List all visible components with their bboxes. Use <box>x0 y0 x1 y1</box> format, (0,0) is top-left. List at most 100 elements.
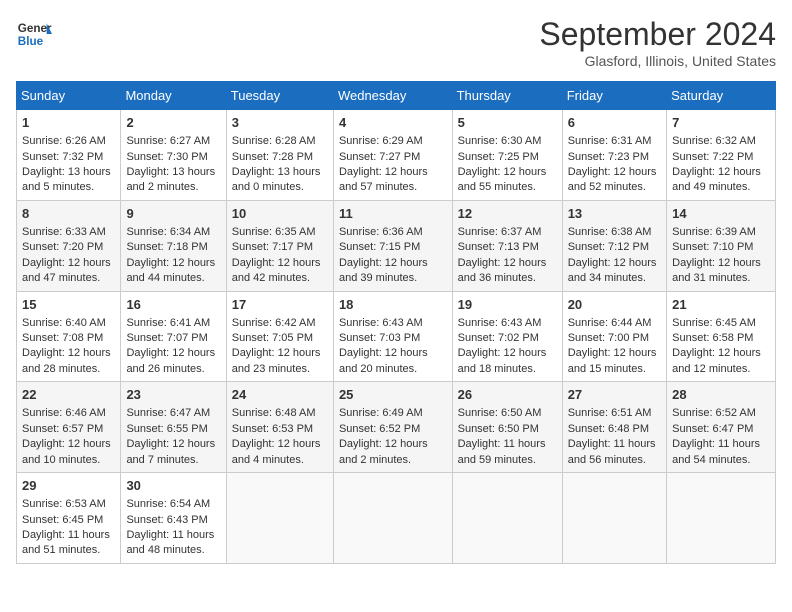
sunset-text: Sunset: 7:22 PM <box>672 150 770 165</box>
sunrise-text: Sunrise: 6:33 AM <box>22 225 115 240</box>
daylight-text: Daylight: 11 hours and 51 minutes. <box>22 528 115 559</box>
calendar-cell: 9Sunrise: 6:34 AMSunset: 7:18 PMDaylight… <box>121 200 226 291</box>
sunrise-text: Sunrise: 6:51 AM <box>568 406 661 421</box>
sunrise-text: Sunrise: 6:30 AM <box>458 134 557 149</box>
main-title: September 2024 <box>539 16 776 53</box>
calendar-cell: 2Sunrise: 6:27 AMSunset: 7:30 PMDaylight… <box>121 110 226 201</box>
calendar-week-row: 1Sunrise: 6:26 AMSunset: 7:32 PMDaylight… <box>17 110 776 201</box>
sunset-text: Sunset: 7:17 PM <box>232 240 328 255</box>
calendar-cell: 10Sunrise: 6:35 AMSunset: 7:17 PMDayligh… <box>226 200 333 291</box>
sunset-text: Sunset: 7:20 PM <box>22 240 115 255</box>
calendar-header-sunday: Sunday <box>17 82 121 110</box>
calendar-header-saturday: Saturday <box>667 82 776 110</box>
calendar-header-wednesday: Wednesday <box>333 82 452 110</box>
calendar-cell: 14Sunrise: 6:39 AMSunset: 7:10 PMDayligh… <box>667 200 776 291</box>
calendar-cell <box>452 473 562 564</box>
sunrise-text: Sunrise: 6:52 AM <box>672 406 770 421</box>
daylight-text: Daylight: 12 hours and 2 minutes. <box>339 437 447 468</box>
day-number: 12 <box>458 205 557 223</box>
sunset-text: Sunset: 7:32 PM <box>22 150 115 165</box>
sunrise-text: Sunrise: 6:43 AM <box>339 316 447 331</box>
sunset-text: Sunset: 6:43 PM <box>126 513 220 528</box>
calendar-cell <box>333 473 452 564</box>
calendar-header-tuesday: Tuesday <box>226 82 333 110</box>
calendar-cell: 21Sunrise: 6:45 AMSunset: 6:58 PMDayligh… <box>667 291 776 382</box>
sunrise-text: Sunrise: 6:54 AM <box>126 497 220 512</box>
daylight-text: Daylight: 12 hours and 18 minutes. <box>458 346 557 377</box>
day-number: 10 <box>232 205 328 223</box>
calendar-cell: 25Sunrise: 6:49 AMSunset: 6:52 PMDayligh… <box>333 382 452 473</box>
sunrise-text: Sunrise: 6:48 AM <box>232 406 328 421</box>
daylight-text: Daylight: 12 hours and 10 minutes. <box>22 437 115 468</box>
sunset-text: Sunset: 6:48 PM <box>568 422 661 437</box>
title-area: September 2024 Glasford, Illinois, Unite… <box>539 16 776 69</box>
sunrise-text: Sunrise: 6:28 AM <box>232 134 328 149</box>
header: General Blue September 2024 Glasford, Il… <box>16 16 776 69</box>
calendar-header-thursday: Thursday <box>452 82 562 110</box>
sunset-text: Sunset: 6:53 PM <box>232 422 328 437</box>
sunrise-text: Sunrise: 6:43 AM <box>458 316 557 331</box>
day-number: 30 <box>126 477 220 495</box>
logo-icon: General Blue <box>16 16 52 52</box>
day-number: 3 <box>232 114 328 132</box>
calendar-header-friday: Friday <box>562 82 666 110</box>
calendar-cell: 24 Sunrise: 6:48 AMSunset: 6:53 PMDayligh… <box>226 382 333 473</box>
subtitle: Glasford, Illinois, United States <box>539 53 776 69</box>
calendar-cell: 5Sunrise: 6:30 AMSunset: 7:25 PMDaylight… <box>452 110 562 201</box>
sunset-text: Sunset: 6:57 PM <box>22 422 115 437</box>
daylight-text: Daylight: 12 hours and 15 minutes. <box>568 346 661 377</box>
sunrise-text: Sunrise: 6:27 AM <box>126 134 220 149</box>
day-number: 15 <box>22 296 115 314</box>
daylight-text: Daylight: 12 hours and 4 minutes. <box>232 437 328 468</box>
day-number: 2 <box>126 114 220 132</box>
calendar-cell: 17Sunrise: 6:42 AMSunset: 7:05 PMDayligh… <box>226 291 333 382</box>
sunset-text: Sunset: 7:28 PM <box>232 150 328 165</box>
calendar-cell: 26Sunrise: 6:50 AMSunset: 6:50 PMDayligh… <box>452 382 562 473</box>
sunrise-text: Sunrise: 6:53 AM <box>22 497 115 512</box>
sunrise-text: Sunrise: 6:44 AM <box>568 316 661 331</box>
day-number: 14 <box>672 205 770 223</box>
sunset-text: Sunset: 7:00 PM <box>568 331 661 346</box>
sunrise-text: Sunrise: 6:36 AM <box>339 225 447 240</box>
sunrise-text: Sunrise: 6:32 AM <box>672 134 770 149</box>
sunset-text: Sunset: 7:08 PM <box>22 331 115 346</box>
day-number: 11 <box>339 205 447 223</box>
sunset-text: Sunset: 6:47 PM <box>672 422 770 437</box>
daylight-text: Daylight: 12 hours and 52 minutes. <box>568 165 661 196</box>
daylight-text: Daylight: 12 hours and 44 minutes. <box>126 256 220 287</box>
calendar-cell: 4 Sunrise: 6:29 AMSunset: 7:27 PMDaylight… <box>333 110 452 201</box>
daylight-text: Daylight: 11 hours and 48 minutes. <box>126 528 220 559</box>
day-number: 19 <box>458 296 557 314</box>
day-number: 22 <box>22 386 115 404</box>
day-number: 20 <box>568 296 661 314</box>
day-number: 9 <box>126 205 220 223</box>
daylight-text: Daylight: 11 hours and 56 minutes. <box>568 437 661 468</box>
calendar-cell: 22Sunrise: 6:46 AMSunset: 6:57 PMDayligh… <box>17 382 121 473</box>
sunset-text: Sunset: 6:55 PM <box>126 422 220 437</box>
sunset-text: Sunset: 7:27 PM <box>339 150 447 165</box>
day-number: 27 <box>568 386 661 404</box>
daylight-text: Daylight: 13 hours and 5 minutes. <box>22 165 115 196</box>
day-number: 24 <box>232 386 328 404</box>
sunrise-text: Sunrise: 6:31 AM <box>568 134 661 149</box>
daylight-text: Daylight: 12 hours and 49 minutes. <box>672 165 770 196</box>
daylight-text: Daylight: 12 hours and 57 minutes. <box>339 165 447 196</box>
calendar-body: 1Sunrise: 6:26 AMSunset: 7:32 PMDaylight… <box>17 110 776 564</box>
sunset-text: Sunset: 7:12 PM <box>568 240 661 255</box>
sunset-text: Sunset: 7:05 PM <box>232 331 328 346</box>
day-number: 23 <box>126 386 220 404</box>
sunrise-text: Sunrise: 6:35 AM <box>232 225 328 240</box>
calendar-cell: 16Sunrise: 6:41 AMSunset: 7:07 PMDayligh… <box>121 291 226 382</box>
daylight-text: Daylight: 12 hours and 55 minutes. <box>458 165 557 196</box>
day-number: 5 <box>458 114 557 132</box>
sunset-text: Sunset: 6:45 PM <box>22 513 115 528</box>
calendar-cell: 12Sunrise: 6:37 AMSunset: 7:13 PMDayligh… <box>452 200 562 291</box>
calendar-cell: 23Sunrise: 6:47 AMSunset: 6:55 PMDayligh… <box>121 382 226 473</box>
sunrise-text: Sunrise: 6:37 AM <box>458 225 557 240</box>
sunrise-text: Sunrise: 6:39 AM <box>672 225 770 240</box>
sunrise-text: Sunrise: 6:29 AM <box>339 134 447 149</box>
daylight-text: Daylight: 12 hours and 34 minutes. <box>568 256 661 287</box>
day-number: 4 <box>339 114 447 132</box>
calendar-table: SundayMondayTuesdayWednesdayThursdayFrid… <box>16 81 776 564</box>
day-number: 21 <box>672 296 770 314</box>
